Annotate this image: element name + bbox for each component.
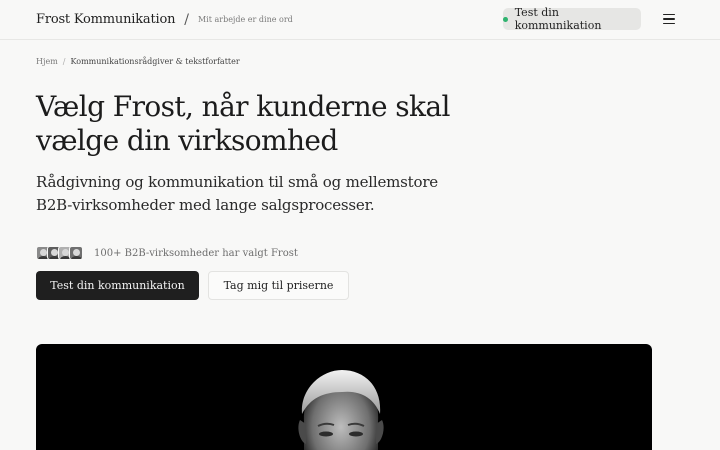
breadcrumb-separator: / (62, 57, 66, 66)
header-cta-button[interactable]: Test din kommunikation (503, 6, 641, 32)
brand-logo[interactable]: Frost Kommunikation (36, 12, 175, 27)
status-dot-icon (503, 16, 508, 22)
social-proof: 100+ B2B-virksomheder har valgt Frost (36, 246, 298, 260)
portrait-photo (298, 370, 384, 450)
breadcrumb: Hjem / Kommunikationsrådgiver & tekstfor… (36, 57, 240, 66)
customer-avatars (36, 246, 83, 260)
hamburger-menu-icon[interactable] (663, 14, 675, 24)
avatar (69, 246, 83, 260)
pricing-button[interactable]: Tag mig til priserne (208, 271, 349, 300)
hero-portrait-image (36, 344, 652, 450)
site-header: Frost Kommunikation / Mit arbejde er din… (0, 0, 720, 40)
breadcrumb-home-link[interactable]: Hjem (36, 57, 58, 66)
brand-separator: / (184, 11, 189, 28)
header-cta-label: Test din kommunikation (514, 6, 602, 32)
breadcrumb-current: Kommunikationsrådgiver & tekstforfatter (70, 57, 240, 66)
social-proof-text: 100+ B2B-virksomheder har valgt Frost (94, 247, 298, 259)
hero-subtitle: Rådgivning og kommunikation til små og m… (36, 173, 438, 214)
page-title: Vælg Frost, når kunderne skal vælge din … (36, 90, 450, 157)
test-communication-button[interactable]: Test din kommunikation (36, 271, 199, 300)
brand-tagline: Mit arbejde er dine ord (197, 15, 293, 24)
